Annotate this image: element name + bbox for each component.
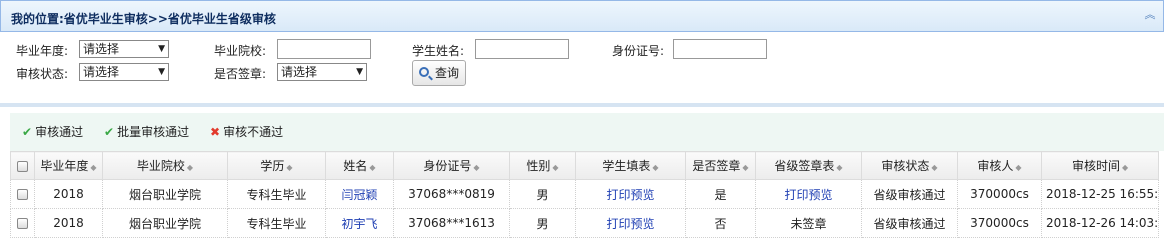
cell-review-time: 2018-12-26 14:03:: [1040, 208, 1160, 238]
column-header[interactable]: 学生填表 ◆: [575, 151, 686, 180]
cell-school: 烟台职业学院: [102, 179, 228, 209]
search-form: 毕业年度: 请选择 ▼ 毕业院校: 学生姓名: 身份证号: 审核状态: 请选择 …: [0, 32, 1164, 92]
sort-icon: ◆: [473, 163, 480, 172]
column-header[interactable]: 审核时间 ◆: [1040, 151, 1160, 180]
reject-label: 审核不通过: [223, 125, 284, 139]
approve-button[interactable]: ✔ 审核通过: [22, 125, 83, 139]
cell-student-form-link[interactable]: 打印预览: [575, 179, 686, 209]
column-header[interactable]: 是否签章 ◆: [685, 151, 756, 180]
cell-signed: 否: [685, 208, 756, 238]
cell-year: 2018: [34, 179, 103, 209]
signed-select-value: 请选择: [281, 65, 318, 79]
sort-icon: ◆: [836, 163, 843, 172]
query-button-label: 查询: [435, 66, 460, 80]
collapse-icon[interactable]: ︽: [1143, 8, 1157, 22]
column-header[interactable]: 毕业院校 ◆: [102, 151, 228, 180]
column-header[interactable]: 省级签章表 ◆: [755, 151, 862, 180]
status-label: 审核状态:: [16, 67, 69, 81]
breadcrumb: 我的位置:省优毕业生审核>>省优毕业生省级审核: [11, 12, 276, 26]
close-icon: ✖: [210, 125, 221, 139]
cell-name-link[interactable]: 闫冠颖: [325, 179, 394, 209]
year-select-value: 请选择: [83, 42, 120, 56]
sort-icon: ◆: [742, 163, 749, 172]
cell-student-form-link[interactable]: 打印预览: [575, 208, 686, 238]
cell-gender: 男: [509, 208, 576, 238]
status-select-value: 请选择: [83, 65, 120, 79]
cell-year: 2018: [34, 208, 103, 238]
table-row[interactable]: 2018 烟台职业学院 专科生毕业 初宇飞 37068***1613 男 打印预…: [10, 208, 1160, 238]
query-button[interactable]: 查询: [412, 60, 466, 86]
cell-province-form-link[interactable]: 打印预览: [755, 179, 862, 209]
cell-signed: 是: [685, 179, 756, 209]
year-select[interactable]: 请选择 ▼: [79, 40, 169, 58]
cell-status: 省级审核通过: [861, 179, 958, 209]
table-header-row: 毕业年度 ◆ 毕业院校 ◆ 学历 ◆ 姓名 ◆ 身份证号 ◆ 性别 ◆ 学生填表 ◆ 是否签章…: [10, 151, 1160, 180]
sort-icon: ◆: [286, 163, 293, 172]
table-row[interactable]: 2018 烟台职业学院 专科生毕业 闫冠颖 37068***0819 男 打印预…: [10, 179, 1160, 209]
year-label: 毕业年度:: [16, 44, 69, 58]
sort-icon: ◆: [1015, 163, 1022, 172]
divider: [0, 103, 1164, 107]
approve-label: 审核通过: [35, 125, 84, 139]
cell-review-time: 2018-12-25 16:55:: [1040, 179, 1160, 209]
cell-name-link[interactable]: 初宇飞: [325, 208, 394, 238]
toolbar: ✔ 审核通过 ✔ 批量审核通过 ✖ 审核不通过: [10, 113, 1164, 151]
cell-province-form: 未签章: [755, 208, 862, 238]
signed-select[interactable]: 请选择 ▼: [277, 63, 367, 81]
school-label: 毕业院校:: [214, 44, 267, 58]
cell-gender: 男: [509, 179, 576, 209]
id-number-input[interactable]: [673, 39, 767, 59]
cell-reviewer: 370000cs: [957, 179, 1042, 209]
check-icon: ✔: [22, 125, 33, 139]
cell-status: 省级审核通过: [861, 208, 958, 238]
column-header[interactable]: 学历 ◆: [227, 151, 326, 180]
panel-header: 我的位置:省优毕业生审核>>省优毕业生省级审核 ︽: [0, 0, 1164, 32]
chevron-down-icon: ▼: [158, 67, 165, 77]
column-header[interactable]: 性别 ◆: [509, 151, 576, 180]
cell-degree: 专科生毕业: [227, 208, 326, 238]
column-header[interactable]: 姓名 ◆: [325, 151, 394, 180]
student-name-input[interactable]: [475, 39, 569, 59]
batch-approve-button[interactable]: ✔ 批量审核通过: [104, 125, 189, 139]
column-header[interactable]: 审核状态 ◆: [861, 151, 958, 180]
id-number-label: 身份证号:: [612, 44, 665, 58]
sort-icon: ◆: [652, 163, 659, 172]
data-grid: 毕业年度 ◆ 毕业院校 ◆ 学历 ◆ 姓名 ◆ 身份证号 ◆ 性别 ◆ 学生填表 ◆ 是否签章…: [10, 151, 1160, 238]
row-checkbox[interactable]: [10, 179, 35, 209]
cell-id-number: 37068***0819: [393, 179, 510, 209]
column-header[interactable]: 审核人 ◆: [957, 151, 1042, 180]
cell-id-number: 37068***1613: [393, 208, 510, 238]
column-header[interactable]: 身份证号 ◆: [393, 151, 510, 180]
chevron-down-icon: ▼: [158, 44, 165, 54]
cell-reviewer: 370000cs: [957, 208, 1042, 238]
student-name-label: 学生姓名:: [412, 44, 465, 58]
sort-icon: ◆: [1122, 163, 1129, 172]
column-header[interactable]: 毕业年度 ◆: [34, 151, 103, 180]
status-select[interactable]: 请选择 ▼: [79, 63, 169, 81]
sort-icon: ◆: [90, 163, 97, 172]
school-input[interactable]: [277, 39, 371, 59]
cell-school: 烟台职业学院: [102, 208, 228, 238]
sort-icon: ◆: [369, 163, 376, 172]
cell-degree: 专科生毕业: [227, 179, 326, 209]
check-icon: ✔: [104, 125, 115, 139]
select-all-checkbox[interactable]: [10, 151, 35, 180]
reject-button[interactable]: ✖ 审核不通过: [210, 125, 283, 139]
sort-icon: ◆: [552, 163, 559, 172]
sort-icon: ◆: [186, 163, 194, 172]
row-checkbox[interactable]: [10, 208, 35, 238]
search-icon: [419, 67, 429, 77]
sort-icon: ◆: [931, 163, 938, 172]
signed-label: 是否签章:: [214, 67, 267, 81]
chevron-down-icon: ▼: [356, 67, 363, 77]
batch-approve-label: 批量审核通过: [117, 125, 190, 139]
